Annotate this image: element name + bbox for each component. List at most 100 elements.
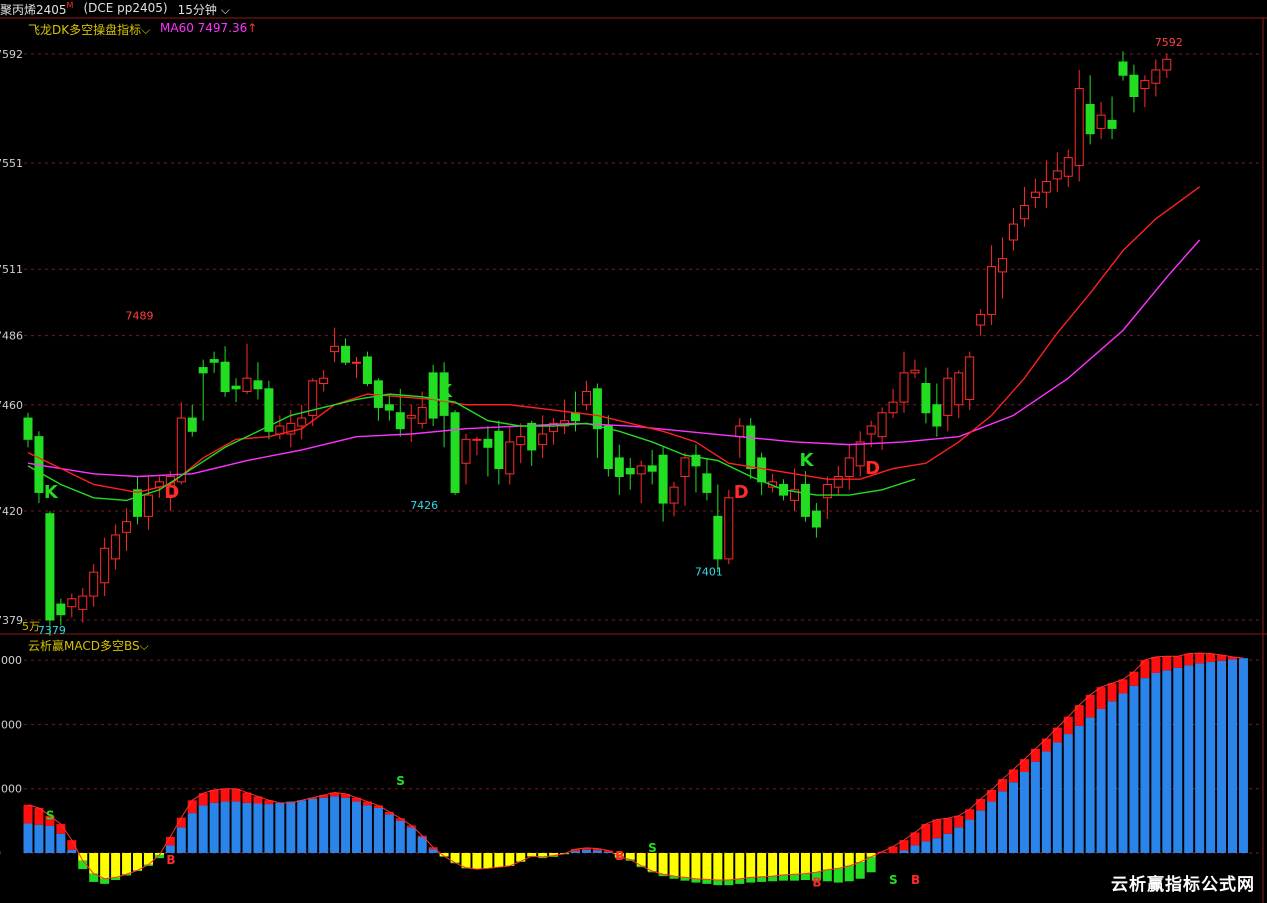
macd-bar-blue — [384, 814, 394, 853]
macd-bar-blue — [976, 810, 986, 853]
macd-axis-tick-label: 1000 — [0, 783, 22, 796]
candle-body — [527, 422, 537, 451]
macd-bar-red — [209, 789, 219, 803]
macd-bar-blue — [1151, 672, 1161, 853]
macd-bar-blue — [1173, 667, 1183, 853]
candle-body — [516, 436, 526, 446]
macd-bar-green — [833, 868, 843, 883]
candle-body — [209, 359, 219, 363]
kd-signal-label: D — [734, 482, 749, 503]
macd-bar-blue — [1009, 782, 1018, 853]
macd-bar-red — [1096, 687, 1106, 709]
candle-body — [954, 372, 964, 406]
candle-body — [89, 571, 99, 597]
macd-bar-yellow — [702, 853, 712, 880]
macd-bar-red — [220, 788, 230, 802]
macd-bar-green — [844, 865, 854, 882]
candle-body — [603, 425, 613, 470]
macd-bar-blue — [1063, 734, 1073, 853]
macd-bar-blue — [187, 813, 197, 853]
candle-body — [461, 438, 471, 464]
y-axis-tick-label: 7420 — [0, 505, 23, 518]
macd-bar-blue — [341, 797, 351, 853]
macd-bar-yellow — [647, 853, 657, 872]
macd-bar-red — [1151, 656, 1161, 673]
macd-bar-blue — [1217, 660, 1227, 853]
candle-body — [472, 438, 482, 441]
macd-bar-yellow — [100, 853, 110, 879]
candle-body — [1162, 58, 1172, 71]
macd-bar-blue — [1162, 670, 1172, 853]
macd-bar-blue — [899, 850, 909, 853]
macd-bar-blue — [1030, 761, 1040, 853]
candle-body — [220, 361, 230, 392]
macd-bar-blue — [297, 800, 307, 853]
candle-body — [811, 510, 821, 528]
macd-bars — [23, 653, 1248, 886]
macd-bar-red — [1019, 759, 1029, 772]
candle-body — [1030, 191, 1040, 198]
macd-bar-yellow — [833, 853, 843, 869]
macd-bar-blue — [275, 802, 285, 853]
macd-bar-red — [1195, 653, 1205, 664]
macd-bar-yellow — [122, 853, 132, 875]
macd-bar-blue — [1238, 658, 1248, 853]
macd-bar-blue — [45, 825, 55, 853]
macd-bar-blue — [231, 801, 241, 853]
ma-red-line — [27, 186, 1201, 494]
y-axis-tick-label: 7379 — [0, 614, 23, 627]
macd-bar-red — [165, 836, 175, 846]
kd-signal-label: K — [799, 450, 814, 471]
macd-bar-blue — [921, 841, 931, 853]
macd-bar-blue — [1096, 708, 1106, 853]
candle-body — [56, 603, 66, 616]
bs-signal-label: S — [648, 841, 657, 855]
bs-signal-label: S — [889, 873, 898, 887]
macd-bar-yellow — [724, 853, 734, 881]
candle-body — [658, 454, 668, 504]
macd-bar-blue — [330, 796, 340, 853]
candle-body — [1118, 61, 1128, 76]
candle-body — [362, 356, 372, 385]
macd-bar-green — [855, 862, 865, 879]
macd-bar-blue — [1074, 725, 1084, 853]
candle-body — [735, 425, 745, 438]
price-extreme-label: 7401 — [695, 566, 723, 579]
macd-bar-yellow — [658, 853, 668, 875]
macd-bar-red — [1118, 679, 1128, 694]
price-extreme-label: 7592 — [1155, 36, 1183, 49]
candle-body — [319, 377, 329, 385]
watermark: 云析赢指标公式网 — [1111, 875, 1255, 895]
macd-bar-blue — [1085, 717, 1095, 853]
macd-bar-blue — [592, 850, 602, 853]
candle-body — [45, 513, 55, 621]
macd-bar-blue — [264, 804, 274, 853]
candle-body — [198, 367, 208, 374]
macd-bar-red — [943, 818, 953, 834]
macd-bar-yellow — [483, 853, 493, 869]
candle-body — [1085, 103, 1095, 135]
macd-bar-blue — [209, 802, 219, 853]
macd-bar-blue — [1228, 659, 1237, 853]
macd-bar-yellow — [472, 853, 482, 870]
candle-body — [877, 412, 887, 438]
y-axis-tick-label: 7551 — [0, 157, 23, 170]
macd-bar-blue — [67, 849, 77, 853]
macd-bar-blue — [286, 801, 296, 853]
macd-bar-yellow — [713, 853, 723, 881]
macd-bar-green — [724, 880, 734, 886]
macd-bar-red — [341, 793, 351, 798]
macd-bar-blue — [406, 827, 416, 853]
candle-body — [1074, 88, 1084, 167]
macd-bar-red — [1052, 727, 1062, 743]
macd-bar-green — [100, 878, 110, 884]
price-chart-canvas[interactable]: 7592 7551 7511 7486 7460 7420 7379 3000 2000 1000… — [0, 0, 1267, 903]
candle-body — [746, 425, 756, 470]
macd-bar-blue — [965, 819, 975, 853]
candle-body — [133, 489, 142, 517]
candle-body — [844, 457, 854, 478]
candle-body — [647, 465, 657, 472]
macd-bar-blue — [56, 833, 66, 853]
macd-bar-blue — [1129, 685, 1139, 853]
macd-bar-yellow — [746, 853, 756, 878]
